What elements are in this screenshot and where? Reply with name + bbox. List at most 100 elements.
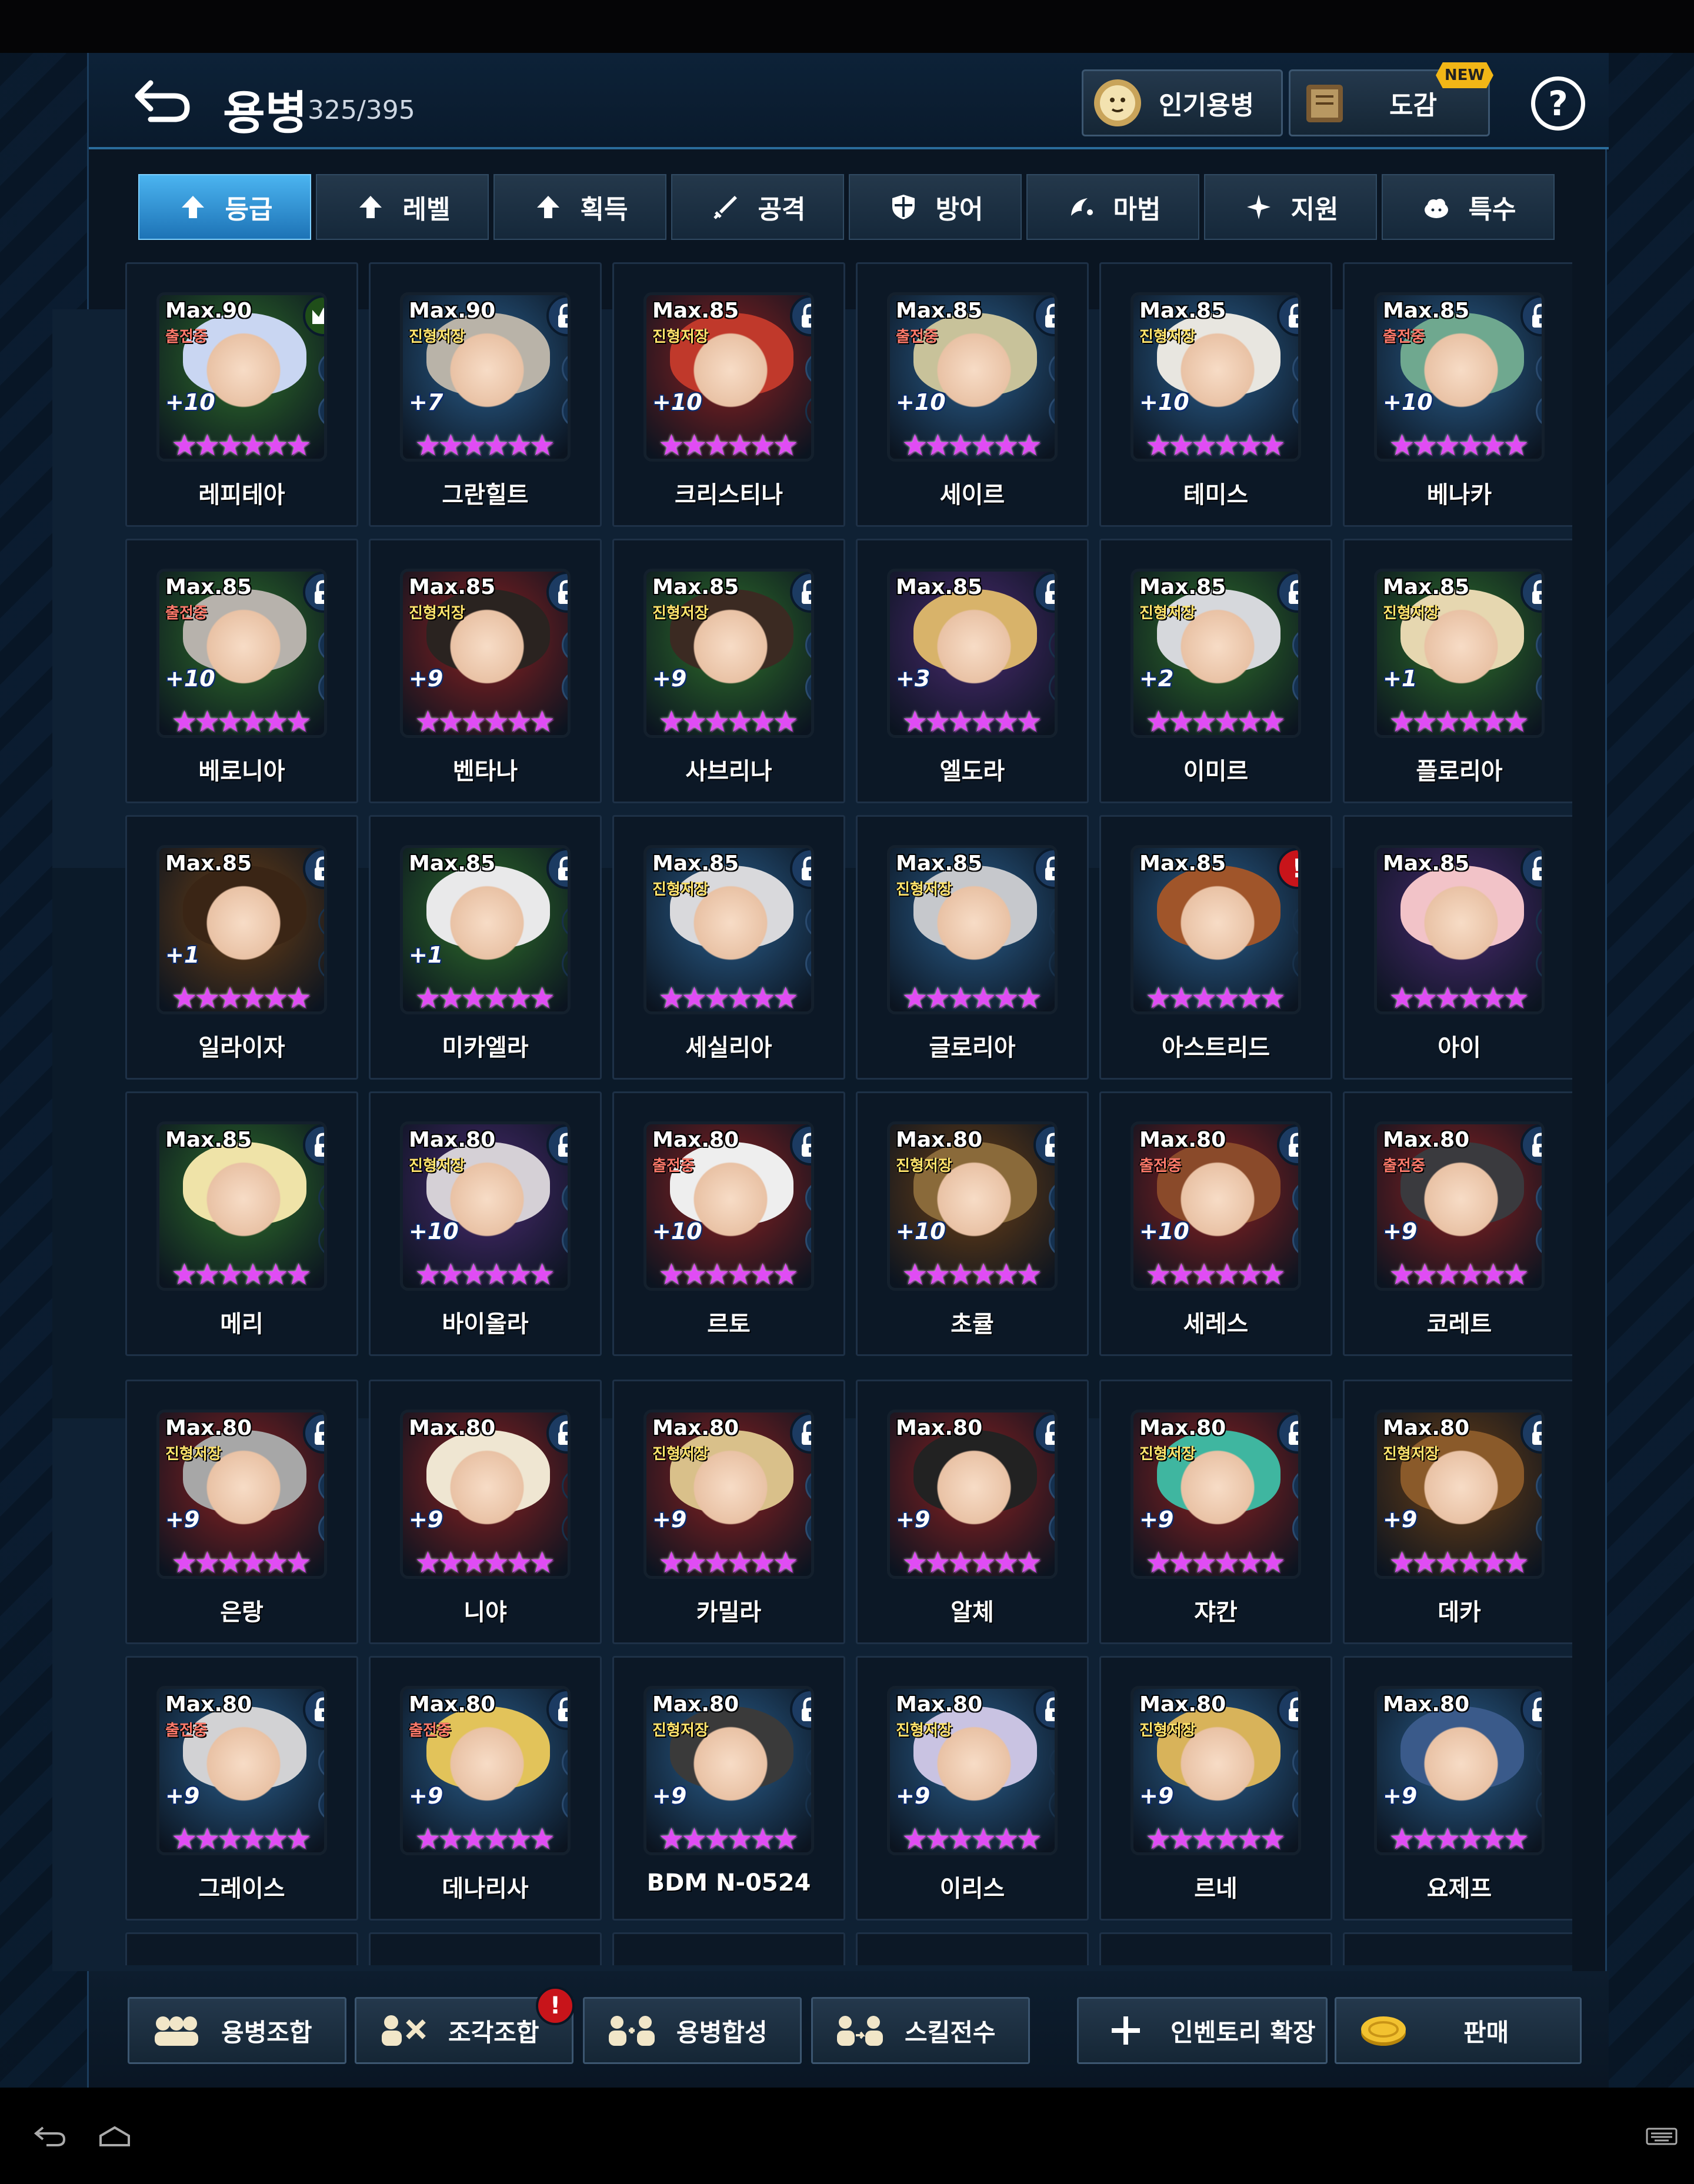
tab-sort-3[interactable]: 공격: [671, 174, 844, 240]
hero-card[interactable]: Max.85 진형저장 ★★★★★★ 글로리아: [856, 815, 1089, 1080]
hero-name: 엘도라: [939, 758, 1005, 785]
hero-card-partial[interactable]: [1343, 1932, 1572, 1965]
hero-card-partial[interactable]: [369, 1932, 602, 1965]
right-decor: [1607, 53, 1694, 2088]
enhance-level-label: +10: [1139, 389, 1189, 415]
combine-hero-button[interactable]: 용병조합: [128, 1997, 346, 2064]
hero-card-partial[interactable]: [1099, 1932, 1332, 1965]
deploy-status-label: 진형저장: [1383, 605, 1439, 622]
hero-portrait: Max.85출전중+10★★★★★★◆◆: [1374, 292, 1545, 462]
plus-icon: [1096, 2007, 1155, 2054]
hero-portrait: Max.85진형저장+1★★★★★★◆◆: [1374, 569, 1545, 738]
hero-card[interactable]: Max.80 +9 ★★★★★★ 요제프: [1343, 1656, 1572, 1921]
tab-sort-1[interactable]: 레벨: [316, 174, 489, 240]
enhance-level-label: +10: [652, 1218, 702, 1244]
hero-count: 325/395: [308, 95, 415, 125]
hero-card[interactable]: Max.85 +3 ★★★★★★ 엘도라: [856, 539, 1089, 803]
tab-sort-2[interactable]: 획득: [493, 174, 666, 240]
hero-card[interactable]: Max.85진형저장+1★★★★★★◆◆플로리아: [1343, 539, 1572, 803]
hero-name: 벤타나: [452, 758, 518, 785]
enhance-level-label: +7: [409, 389, 443, 415]
sparkle-icon: [1243, 191, 1275, 223]
hero-name: 데나리사: [442, 1875, 529, 1902]
hero-card[interactable]: Max.85진형저장★★★★★★◆◆세실리아: [612, 815, 845, 1080]
hero-portrait: Max.80진형저장+9★★★★★★◆◆: [156, 1410, 327, 1579]
hero-card[interactable]: Max.80진형저장+10★★★★★★◆◆바이올라: [369, 1091, 602, 1356]
hero-card[interactable]: Max.85 +1 ★★★★★★ 미카엘라: [369, 815, 602, 1080]
star-rating: ★★★★★★: [171, 1257, 312, 1291]
enhance-level-label: +1: [409, 942, 443, 968]
max-level-label: Max.80: [652, 1128, 739, 1152]
book-icon: [1298, 76, 1352, 130]
nav-home-icon[interactable]: [88, 2112, 141, 2159]
hero-card[interactable]: Max.85출전중+10★★★★★★◆◆세이르: [856, 262, 1089, 527]
hero-portrait: Max.85진형저장+9★★★★★★◆◆: [400, 569, 571, 738]
hero-card[interactable]: Max.80 +9 ★★★★★★ 니야: [369, 1380, 602, 1644]
hero-card-partial[interactable]: [125, 1932, 358, 1965]
hero-card[interactable]: Max.85출전중+10★★★★★★◆◆베나카: [1343, 262, 1572, 527]
popular-heroes-button[interactable]: 인기용병: [1082, 69, 1283, 136]
tab-sort-6[interactable]: 지원: [1204, 174, 1377, 240]
hero-card[interactable]: Max.85진형저장+2★★★★★★◆◆이미르: [1099, 539, 1332, 803]
hero-card[interactable]: Max.80 진형저장 +9 ★★★★★★ BDM N-0524: [612, 1656, 845, 1921]
hero-card[interactable]: Max.80진형저장+10★★★★★★◆◆초큘: [856, 1091, 1089, 1356]
max-level-label: Max.85: [1139, 575, 1226, 599]
hero-card[interactable]: Max.85 +1 ★★★★★★ 일라이자: [125, 815, 358, 1080]
hero-card[interactable]: Max.85진형저장+10★★★★★★◆크리스티나: [612, 262, 845, 527]
hero-portrait: Max.85 ★★★★★★: [156, 1121, 327, 1291]
max-level-label: Max.80: [652, 1416, 739, 1440]
hero-card[interactable]: Max.85 ★★★★★★ 아이: [1343, 815, 1572, 1080]
hero-card[interactable]: Max.85 ★★★★★★ 메리: [125, 1091, 358, 1356]
tab-sort-0[interactable]: 등급: [138, 174, 311, 240]
hero-card[interactable]: Max.80진형저장+9★★★★★★◆◆르네: [1099, 1656, 1332, 1921]
tab-sort-4[interactable]: 방어: [849, 174, 1022, 240]
enhance-level-label: +10: [652, 389, 702, 415]
hero-card-partial[interactable]: [612, 1932, 845, 1965]
hero-card[interactable]: Max.80출전중+10★★★★★★◆◆세레스: [1099, 1091, 1332, 1356]
hero-card[interactable]: Max.80출전중+9★★★★★★◆◆ 데나리사: [369, 1656, 602, 1921]
nav-back-icon[interactable]: [24, 2112, 76, 2159]
page-title: 용병: [223, 87, 308, 140]
hero-card[interactable]: Max.80진형저장+9★★★★★★◆◆쟈칸: [1099, 1380, 1332, 1644]
hero-portrait: Max.85진형저장+9★★★★★★◆◆: [643, 569, 814, 738]
back-button[interactable]: [130, 74, 195, 127]
tab-sort-5[interactable]: 마법: [1026, 174, 1199, 240]
skill-transfer-button[interactable]: 스킬전수: [811, 1997, 1030, 2064]
hero-card[interactable]: Max.80+9★★★★★★◆◆알체: [856, 1380, 1089, 1644]
hero-card[interactable]: Max.80출전중+9★★★★★★◆◆그레이스: [125, 1656, 358, 1921]
hero-portrait: Max.80진형저장+10★★★★★★◆◆: [887, 1121, 1058, 1291]
hero-card-partial[interactable]: [856, 1932, 1089, 1965]
hero-portrait: Max.80출전중+9★★★★★★◆◆: [400, 1686, 571, 1855]
skill-transfer-label: 스킬전수: [905, 2018, 996, 2047]
hero-name: 아이: [1438, 1034, 1481, 1061]
star-rating: ★★★★★★: [1145, 704, 1286, 738]
hero-portrait: Max.85 +1 ★★★★★★: [400, 845, 571, 1014]
hero-card[interactable]: Max.85진형저장+9★★★★★★◆◆ 벤타나: [369, 539, 602, 803]
tab-sort-7[interactable]: 특수: [1382, 174, 1555, 240]
hero-card[interactable]: Max.80 진형저장 +9 ★★★★★★ 이리스: [856, 1656, 1089, 1921]
hero-card[interactable]: Max.85★★★★★★!아스트리드: [1099, 815, 1332, 1080]
expand-inventory-button[interactable]: 인벤토리 확장: [1077, 1997, 1328, 2064]
hero-card[interactable]: Max.90진형저장+7★★★★★★◆◆그란힐트: [369, 262, 602, 527]
hero-card[interactable]: Max.85출전중+10★★★★★★◆◆베로니아: [125, 539, 358, 803]
hero-panel: 용병 325/395 인기용병 도감 NEW ? 등급 레벨 획득 공격 방어 마법 지원 특…: [52, 53, 1609, 2088]
hero-card[interactable]: Max.85진형저장+9★★★★★★◆◆사브리나: [612, 539, 845, 803]
enhance-level-label: +1: [165, 942, 200, 968]
max-level-label: Max.85: [1139, 299, 1226, 323]
hero-card[interactable]: Max.85진형저장+10★★★★★★◆◆테미스: [1099, 262, 1332, 527]
hero-card[interactable]: Max.80진형저장+9★★★★★★◆◆카밀라: [612, 1380, 845, 1644]
hero-card[interactable]: Max.80출전중+9★★★★★★◆◆코레트: [1343, 1091, 1572, 1356]
star-rating: ★★★★★★: [415, 428, 555, 462]
sell-button[interactable]: 판매: [1335, 1997, 1582, 2064]
hero-card[interactable]: Max.80진형저장+9★★★★★★◆◆데카: [1343, 1380, 1572, 1644]
hero-card[interactable]: Max.80출전중+10★★★★★★◆◆르토: [612, 1091, 845, 1356]
enhance-level-label: +9: [409, 1507, 443, 1532]
deploy-status-label: 진형저장: [896, 1157, 952, 1175]
hero-card[interactable]: Max.80진형저장+9★★★★★★◆◆은랑: [125, 1380, 358, 1644]
hero-card[interactable]: Max.90출전중+10★★★★★★◆◆레피테아: [125, 262, 358, 527]
nav-keyboard-icon[interactable]: [1641, 2112, 1682, 2159]
hero-name: 미카엘라: [442, 1034, 529, 1061]
help-button[interactable]: ?: [1531, 76, 1585, 131]
sort-tabs: 등급 레벨 획득 공격 방어 마법 지원 특수: [138, 174, 1555, 240]
synthesis-button[interactable]: 용병합성: [583, 1997, 802, 2064]
